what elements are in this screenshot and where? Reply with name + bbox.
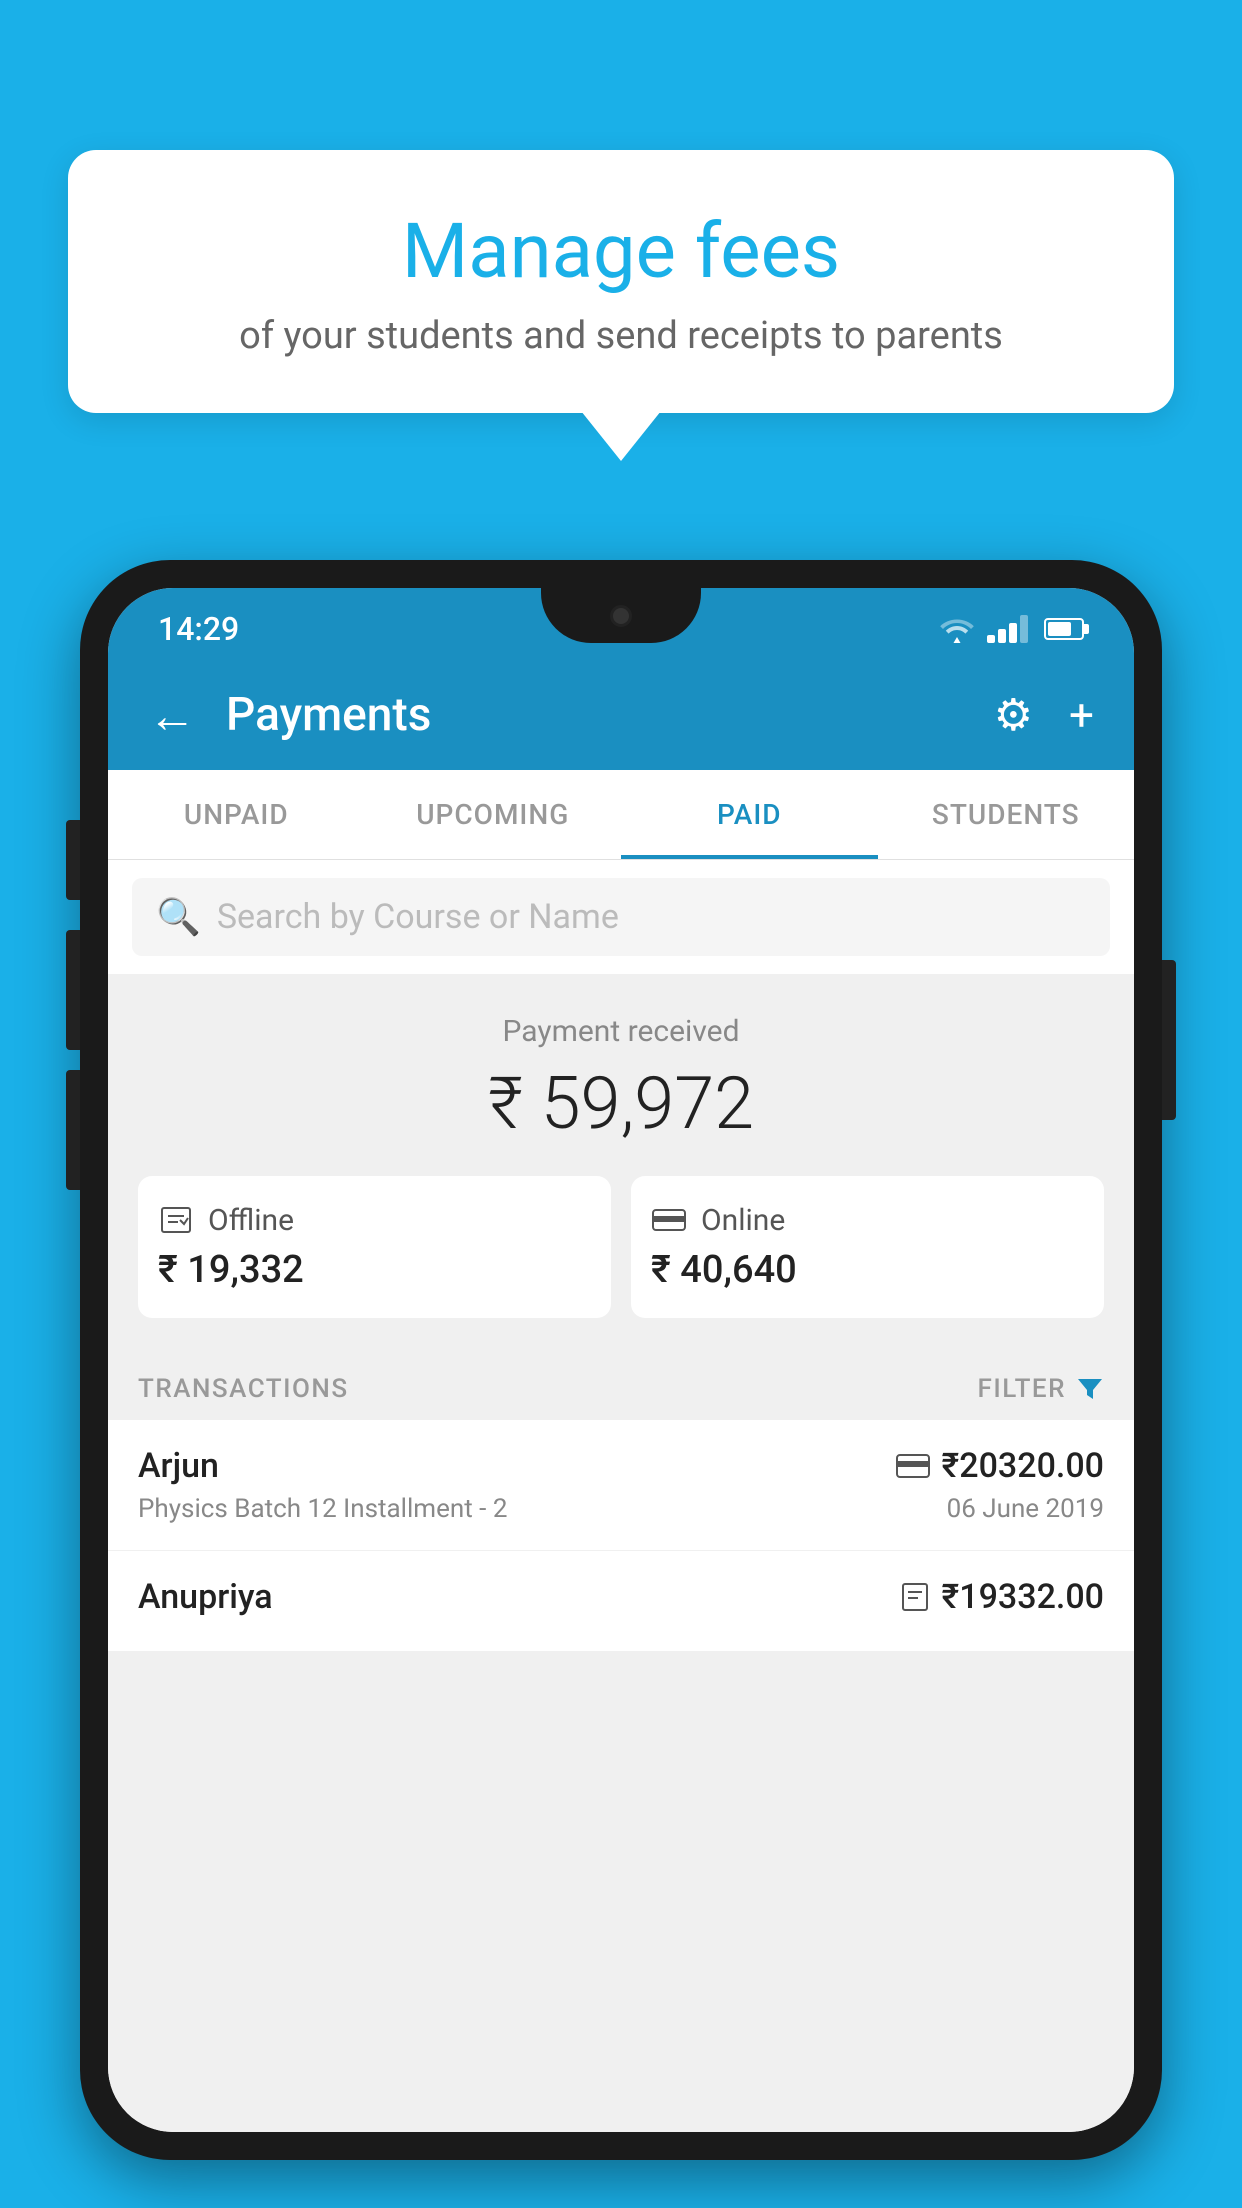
phone-mockup: 14:29 — [80, 560, 1162, 2208]
transaction-amount-wrapper: ₹20320.00 — [896, 1446, 1104, 1486]
transaction-name: Arjun — [138, 1446, 219, 1486]
phone-button-left1 — [66, 820, 80, 900]
speech-bubble-title: Manage fees — [118, 210, 1124, 294]
signal-bars-icon — [987, 615, 1028, 643]
transactions-label: TRANSACTIONS — [138, 1374, 349, 1404]
table-row[interactable]: Anupriya ₹19332.00 — [108, 1551, 1134, 1652]
table-row[interactable]: Arjun ₹20320.00 Physics Batch 12 Install… — [108, 1420, 1134, 1551]
app-bar: ← Payments ⚙ + — [108, 660, 1134, 770]
offline-amount: ₹ 19,332 — [158, 1248, 591, 1292]
search-placeholder: Search by Course or Name — [217, 897, 619, 937]
transaction-bottom: Physics Batch 12 Installment - 2 06 June… — [138, 1494, 1104, 1524]
battery-icon — [1044, 618, 1084, 640]
transaction-type-icon — [900, 1582, 930, 1612]
tab-students[interactable]: STUDENTS — [878, 770, 1135, 859]
app-bar-title: Payments — [226, 688, 994, 742]
transactions-header: TRANSACTIONS FILTER — [108, 1348, 1134, 1420]
online-label: Online — [701, 1203, 785, 1238]
phone-button-left3 — [66, 1070, 80, 1190]
speech-bubble: Manage fees of your students and send re… — [68, 150, 1174, 413]
online-card-header: Online — [651, 1202, 1084, 1238]
tab-paid[interactable]: PAID — [621, 770, 878, 859]
transaction-top: Anupriya ₹19332.00 — [138, 1577, 1104, 1617]
offline-label: Offline — [208, 1203, 294, 1238]
settings-icon[interactable]: ⚙ — [994, 689, 1033, 741]
tab-upcoming[interactable]: UPCOMING — [365, 770, 622, 859]
transaction-top: Arjun ₹20320.00 — [138, 1446, 1104, 1486]
offline-card: Offline ₹ 19,332 — [138, 1176, 611, 1318]
phone-notch — [541, 588, 701, 643]
offline-icon — [158, 1202, 194, 1238]
camera-dot — [610, 605, 632, 627]
filter-button[interactable]: FILTER — [978, 1374, 1104, 1404]
phone-screen: 14:29 — [108, 588, 1134, 2132]
transaction-course: Physics Batch 12 Installment - 2 — [138, 1494, 507, 1524]
wifi-icon — [939, 615, 975, 643]
payment-summary: Payment received ₹ 59,972 — [108, 974, 1134, 1348]
online-card: Online ₹ 40,640 — [631, 1176, 1104, 1318]
transaction-amount: ₹19332.00 — [942, 1577, 1104, 1617]
offline-card-header: Offline — [158, 1202, 591, 1238]
search-icon: 🔍 — [156, 896, 201, 938]
online-amount: ₹ 40,640 — [651, 1248, 1084, 1292]
tab-unpaid[interactable]: UNPAID — [108, 770, 365, 859]
phone-button-left2 — [66, 930, 80, 1050]
tabs: UNPAID UPCOMING PAID STUDENTS — [108, 770, 1134, 860]
transaction-amount-wrapper: ₹19332.00 — [900, 1577, 1104, 1617]
filter-icon — [1076, 1375, 1104, 1403]
back-button[interactable]: ← — [148, 687, 196, 744]
content-area: 🔍 Search by Course or Name Payment recei… — [108, 860, 1134, 2132]
speech-bubble-subtitle: of your students and send receipts to pa… — [118, 314, 1124, 358]
app-bar-actions: ⚙ + — [994, 689, 1094, 741]
payment-total-amount: ₹ 59,972 — [138, 1061, 1104, 1146]
phone-frame: 14:29 — [80, 560, 1162, 2160]
online-icon — [651, 1202, 687, 1238]
phone-button-right — [1162, 960, 1176, 1120]
transaction-amount: ₹20320.00 — [942, 1446, 1104, 1486]
search-container: 🔍 Search by Course or Name — [108, 860, 1134, 974]
filter-label: FILTER — [978, 1374, 1066, 1404]
transaction-type-icon — [896, 1453, 930, 1479]
status-icons — [939, 615, 1084, 643]
status-time: 14:29 — [158, 610, 239, 648]
payment-cards: Offline ₹ 19,332 Online — [138, 1176, 1104, 1318]
transaction-name: Anupriya — [138, 1577, 273, 1617]
transaction-date: 06 June 2019 — [947, 1494, 1104, 1524]
search-input-wrapper[interactable]: 🔍 Search by Course or Name — [132, 878, 1110, 956]
add-icon[interactable]: + — [1069, 689, 1094, 741]
payment-received-label: Payment received — [138, 1014, 1104, 1049]
